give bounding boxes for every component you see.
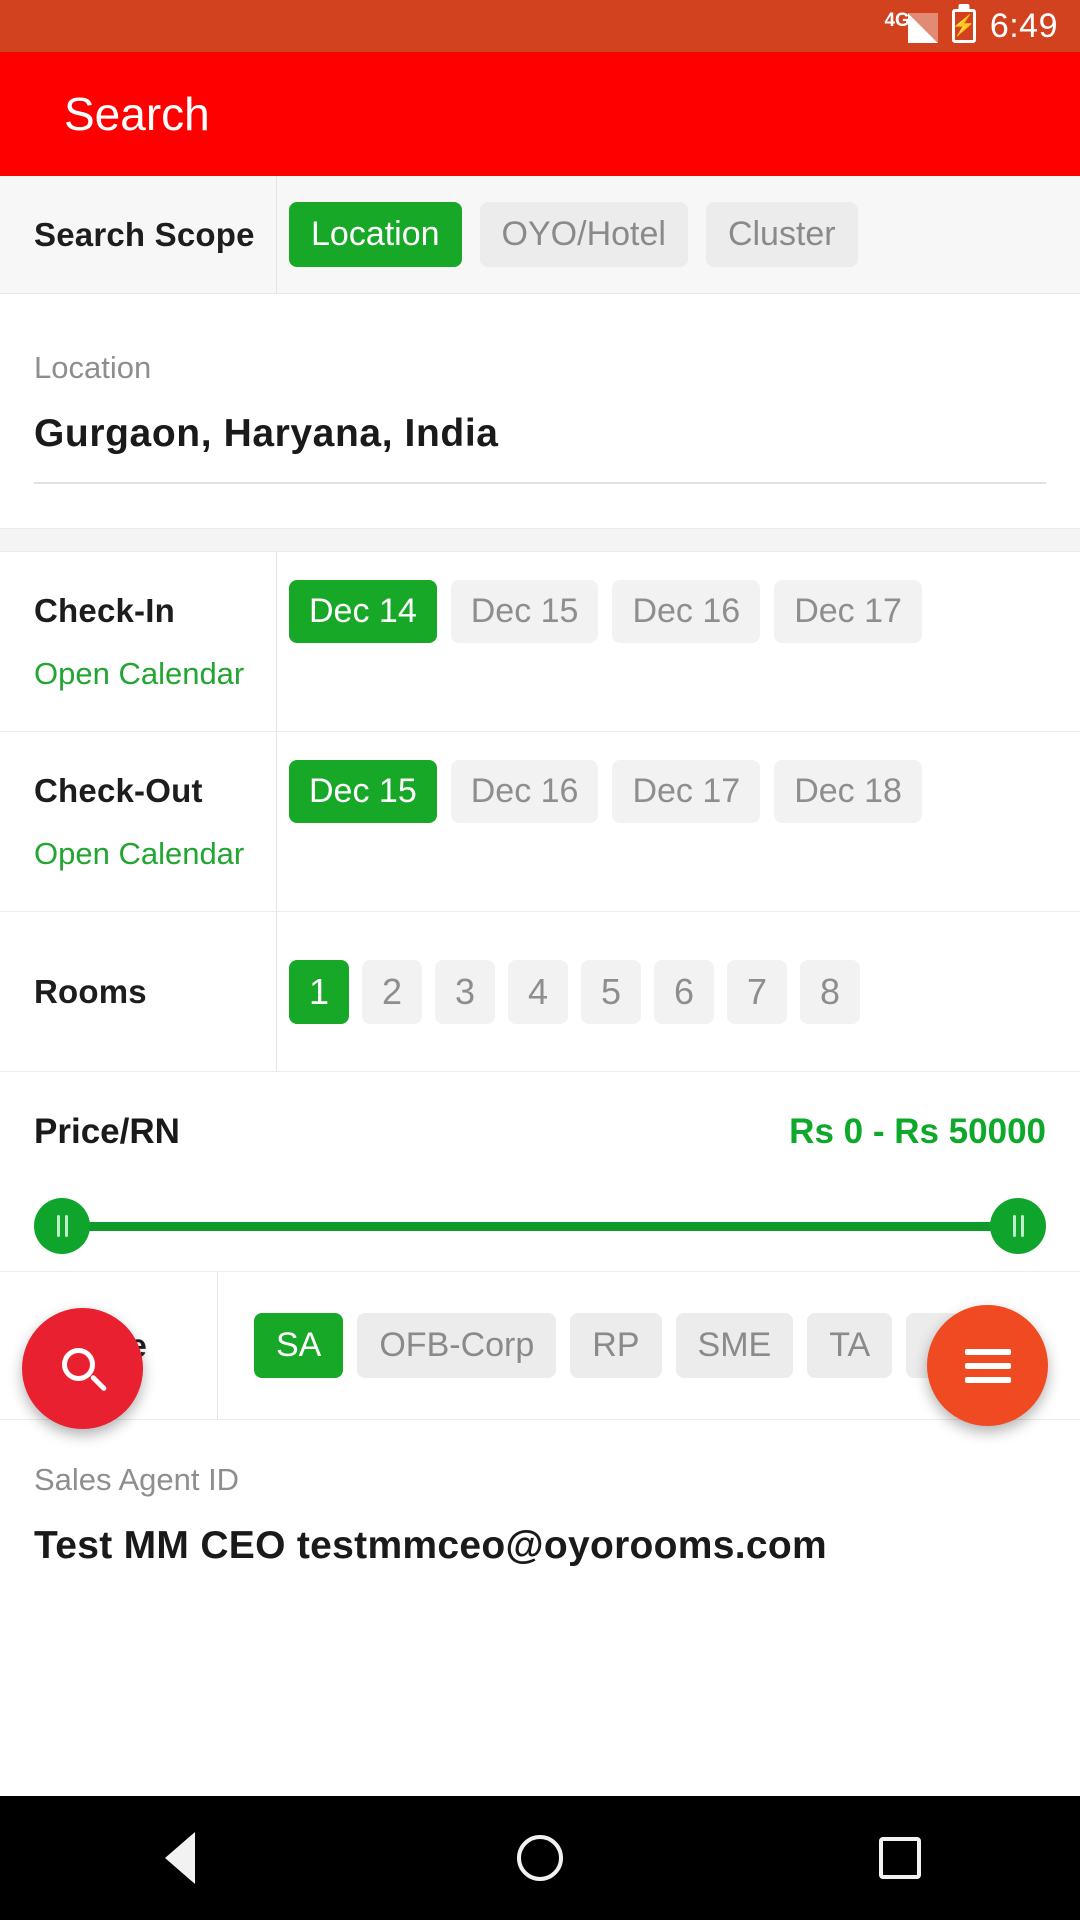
back-triangle-icon [165,1832,195,1884]
status-bar: 4G ⚡ 6:49 [0,0,1080,52]
checkin-date-chip-2[interactable]: Dec 15 [450,580,599,643]
nav-recents-button[interactable] [800,1808,1000,1908]
source-row: Source SA OFB-Corp RP SME TA [0,1272,1080,1420]
page-title: Search [64,88,210,140]
scope-chip-oyo-hotel[interactable]: OYO/Hotel [479,202,688,267]
location-block[interactable]: Location Gurgaon, Haryana, India [0,294,1080,484]
price-header: Price/RN Rs 0 - Rs 50000 [34,1112,1046,1152]
nav-back-button[interactable] [80,1808,280,1908]
recents-square-icon [879,1837,921,1879]
checkin-row: Check-In Open Calendar Dec 14 Dec 15 Dec… [0,552,1080,732]
sales-agent-label: Sales Agent ID [34,1462,240,1497]
checkout-label-cell: Check-Out Open Calendar [0,732,277,911]
network-type-label: 4G [884,10,910,31]
search-scope-label-cell: Search Scope [0,176,277,293]
app-bar: Search [0,52,1080,176]
section-divider-band [0,528,1080,552]
checkout-date-chip-2[interactable]: Dec 16 [450,760,599,823]
price-label: Price/RN [34,1112,180,1151]
checkin-label: Check-In [34,591,175,629]
checkout-row: Check-Out Open Calendar Dec 15 Dec 16 De… [0,732,1080,912]
rooms-chip-8[interactable]: 8 [800,959,860,1024]
location-spacer [0,484,1080,528]
battery-charging-icon: ⚡ [951,9,977,43]
home-circle-icon [517,1835,563,1881]
checkout-date-chip-4[interactable]: Dec 18 [774,760,922,823]
signal-bars-icon: 4G [884,9,938,43]
price-slider-max-handle[interactable] [990,1198,1046,1254]
scope-chip-location[interactable]: Location [289,202,462,267]
rooms-label-cell: Rooms [0,912,277,1071]
menu-fab-button[interactable] [927,1305,1048,1426]
checkout-date-chip-3[interactable]: Dec 17 [612,760,761,823]
source-chip-ta[interactable]: TA [807,1313,893,1378]
charging-bolt: ⚡ [951,15,977,37]
sales-agent-value[interactable]: Test MM CEO testmmceo@oyorooms.com [34,1524,1046,1568]
rooms-chip-3[interactable]: 3 [435,959,495,1024]
signal-triangle [907,13,938,43]
price-section: Price/RN Rs 0 - Rs 50000 [0,1072,1080,1272]
price-range-slider[interactable] [34,1198,1046,1254]
price-slider-min-handle[interactable] [34,1198,90,1254]
checkin-date-options: Dec 14 Dec 15 Dec 16 Dec 17 [277,552,1080,731]
checkin-date-chip-3[interactable]: Dec 16 [612,580,761,643]
checkout-open-calendar-link[interactable]: Open Calendar [34,836,276,872]
checkin-label-cell: Check-In Open Calendar [0,552,277,731]
sales-agent-block[interactable]: Sales Agent ID Test MM CEO testmmceo@oyo… [0,1420,1080,1568]
app-screen: 4G ⚡ 6:49 Search Search Scope Location O… [0,0,1080,1920]
search-scope-options: Location OYO/Hotel Cluster [277,176,1080,293]
checkin-open-calendar-link[interactable]: Open Calendar [34,656,276,692]
checkout-date-options: Dec 15 Dec 16 Dec 17 Dec 18 [277,732,1080,911]
scope-chip-cluster[interactable]: Cluster [705,202,858,267]
rooms-chip-2[interactable]: 2 [362,959,422,1024]
rooms-row: Rooms 1 2 3 4 5 6 7 8 [0,912,1080,1072]
location-field-label: Location [34,350,152,385]
rooms-chip-1[interactable]: 1 [289,959,349,1024]
rooms-chip-6[interactable]: 6 [654,959,714,1024]
checkout-date-chip-1[interactable]: Dec 15 [289,760,437,823]
search-icon [61,1347,107,1392]
status-clock: 6:49 [989,6,1058,45]
search-fab-button[interactable] [22,1308,143,1429]
android-navigation-bar [0,1796,1080,1920]
rooms-chip-4[interactable]: 4 [508,959,568,1024]
search-scope-row: Search Scope Location OYO/Hotel Cluster [0,176,1080,294]
rooms-chip-7[interactable]: 7 [727,959,787,1024]
checkout-label: Check-Out [34,771,203,809]
price-range-value: Rs 0 - Rs 50000 [789,1112,1046,1151]
rooms-chip-5[interactable]: 5 [581,959,641,1024]
hamburger-menu-icon [964,1348,1011,1383]
price-slider-track[interactable] [62,1222,1018,1231]
source-chip-ofb-corp[interactable]: OFB-Corp [357,1313,557,1378]
source-chip-sa[interactable]: SA [254,1313,344,1378]
checkin-date-chip-4[interactable]: Dec 17 [774,580,922,643]
search-scope-label: Search Scope [34,215,255,253]
location-field-value[interactable]: Gurgaon, Haryana, India [34,412,1046,456]
checkin-date-chip-1[interactable]: Dec 14 [289,580,437,643]
source-chip-rp[interactable]: RP [570,1313,662,1378]
rooms-options: 1 2 3 4 5 6 7 8 [277,912,1080,1071]
nav-home-button[interactable] [440,1808,640,1908]
source-chip-sme[interactable]: SME [675,1313,794,1378]
rooms-label: Rooms [34,972,147,1010]
